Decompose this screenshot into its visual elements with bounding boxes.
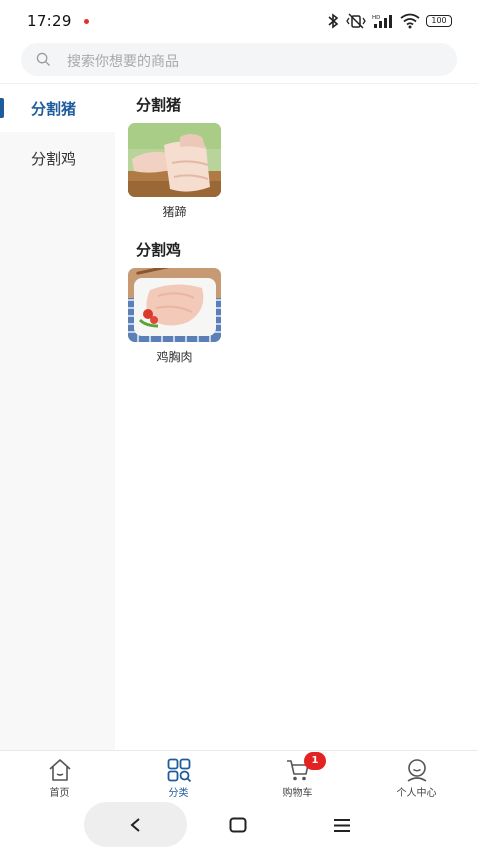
tab-label: 首页 [49,788,70,799]
search-placeholder: 搜索你想要的商品 [67,54,179,70]
sidebar-item-label: 分割鸡 [31,150,77,168]
sidebar-item-chicken[interactable]: 分割鸡 [0,134,115,182]
chicken-breast-image [128,268,221,342]
product-name: 猪蹄 [162,205,187,219]
section-title-pork: 分割猪 [136,96,182,114]
active-indicator [0,98,4,118]
battery-level: 100 [431,16,447,25]
tab-cart[interactable]: 购物车 [238,751,357,801]
tab-label: 分类 [168,788,189,799]
battery-icon: 100 [426,15,452,27]
section-title-chicken: 分割鸡 [136,241,182,259]
home-icon [49,759,71,781]
product-list: 分割猪 猪蹄 分割鸡 鸡胸肉 [115,84,478,750]
svg-text:HD: HD [372,15,380,21]
status-icons: HD 100 [326,12,452,30]
bluetooth-icon [328,13,339,29]
search-bar[interactable]: 搜索你想要的商品 [21,43,457,76]
hd-signal-icon: HD [372,15,392,28]
category-icon [167,758,192,783]
cart-badge: 1 [304,752,326,770]
pig-trotters-photo [128,123,221,197]
product-card-pig-trotters[interactable]: 猪蹄 [128,123,221,220]
sidebar-item-pork[interactable]: 分割猪 [0,84,115,132]
profile-icon [407,759,427,782]
search-icon [36,52,51,67]
product-card-chicken-breast[interactable]: 鸡胸肉 [128,268,221,365]
tab-category[interactable]: 分类 [119,751,238,801]
chicken-breast-photo [128,268,221,342]
home-square-icon[interactable] [229,817,247,833]
tab-label: 个人中心 [396,788,437,799]
pig-trotters-image [128,123,221,197]
notification-dot-icon [84,19,89,24]
back-icon [130,818,140,832]
category-sidebar: 分割猪 分割鸡 [0,84,115,750]
status-time: 17:29 [27,12,72,30]
wifi-icon [400,13,420,29]
status-bar: 17:29 HD 100 [0,0,478,40]
tab-home[interactable]: 首页 [0,751,119,801]
product-name: 鸡胸肉 [156,350,193,364]
menu-icon[interactable] [333,818,351,833]
tab-profile[interactable]: 个人中心 [357,751,476,801]
bottom-tabbar: 首页 分类 购物车 个人中心 [0,750,478,801]
tab-label: 购物车 [282,788,313,799]
back-button[interactable] [84,802,187,847]
vibrate-off-icon [346,13,366,29]
sidebar-item-label: 分割猪 [31,100,77,118]
